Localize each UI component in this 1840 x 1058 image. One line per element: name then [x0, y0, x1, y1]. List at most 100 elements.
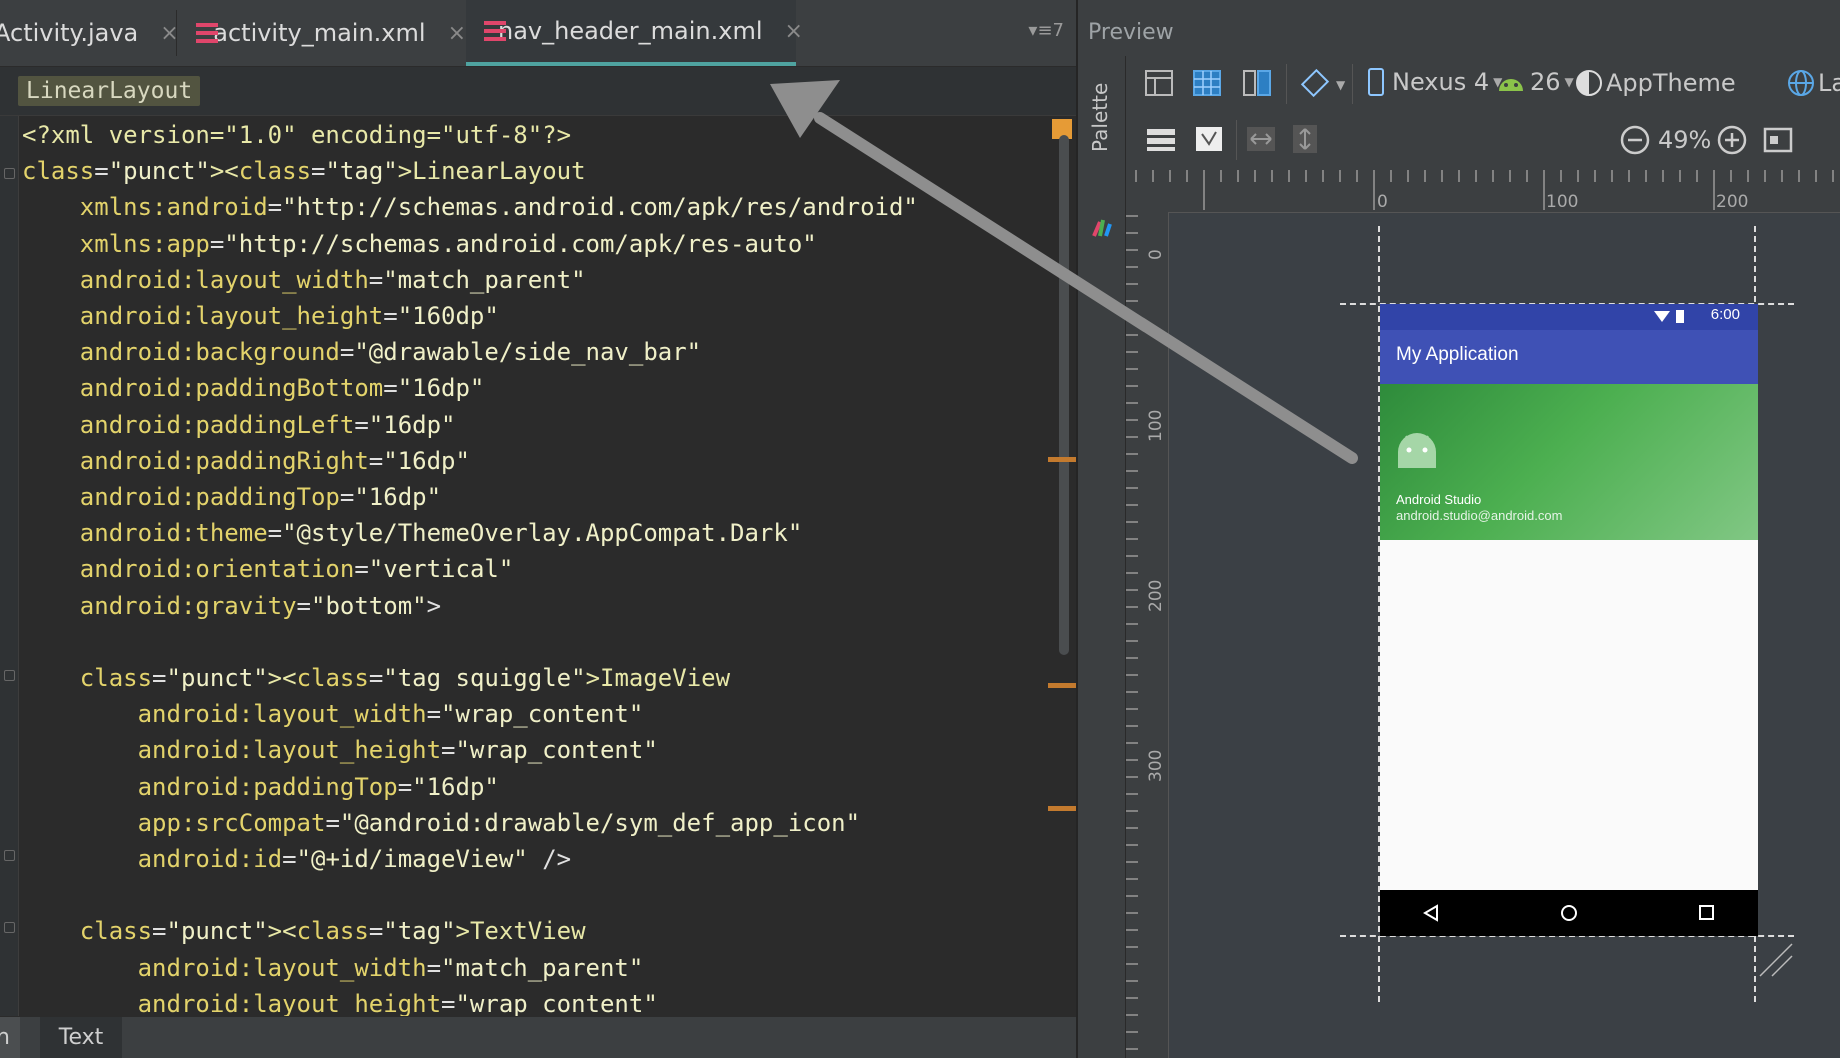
warning-marker[interactable] — [1048, 806, 1076, 811]
device-preview[interactable]: 6:00 My Application Android Studio andro… — [1380, 304, 1758, 936]
code-line[interactable]: android:background="@drawable/side_nav_b… — [22, 334, 701, 370]
ruler-label: 200 — [1716, 192, 1749, 212]
code-line[interactable]: android:layout_width="match_parent" — [22, 950, 644, 986]
nav-user-name: Android Studio — [1396, 492, 1482, 507]
preview-toolbar-secondary: 49% — [1126, 114, 1840, 166]
chevron-down-icon: ▼ — [1564, 75, 1574, 89]
theme-selector[interactable]: AppTheme — [1574, 68, 1736, 98]
code-line[interactable]: android:layout_width="match_parent" — [22, 262, 586, 298]
tab-nav-header-main-xml[interactable]: nav_header_main.xml × — [466, 0, 803, 66]
fold-icon[interactable] — [4, 168, 15, 179]
editor-scrollbar[interactable] — [1059, 135, 1069, 655]
code-line[interactable]: android:theme="@style/ThemeOverlay.AppCo… — [22, 515, 802, 551]
recents-icon[interactable] — [1698, 904, 1716, 922]
layout-validation-icon[interactable] — [1194, 124, 1224, 154]
nav-user-email: android.studio@android.com — [1396, 508, 1563, 523]
android-icon — [1398, 433, 1436, 468]
code-line[interactable]: android:paddingTop="16dp" — [22, 479, 441, 515]
resize-handle-icon[interactable] — [1756, 940, 1796, 980]
preview-title: Preview — [1088, 20, 1174, 45]
tab-label: activity_main.xml — [213, 19, 426, 47]
tab-text[interactable]: Text — [40, 1017, 122, 1058]
theme-name: AppTheme — [1606, 69, 1736, 97]
code-line[interactable]: android:paddingRight="16dp" — [22, 443, 470, 479]
zoom-to-fit-icon[interactable] — [1762, 124, 1794, 156]
fold-icon[interactable] — [4, 850, 15, 861]
editor-gutter — [0, 116, 19, 1016]
theme-icon — [1576, 70, 1602, 96]
api-level-selector[interactable]: 26 ▼ — [1496, 68, 1574, 96]
tab-label: nav_header_main.xml — [498, 17, 763, 45]
horizontal-ruler: 0 100 200 — [1126, 170, 1840, 213]
code-line[interactable]: android:gravity="bottom"> — [22, 588, 441, 624]
show-all-layers-icon[interactable] — [1146, 126, 1176, 154]
chevron-down-icon[interactable]: ▼ — [1336, 78, 1345, 92]
device-name: Nexus 4 — [1392, 68, 1490, 96]
expand-horizontal-icon[interactable] — [1246, 124, 1276, 154]
expand-vertical-icon[interactable] — [1290, 124, 1320, 154]
preview-pane: Preview Palette ▼ Nexus 4 ▼ 26 ▼ AppThem… — [1078, 0, 1840, 1058]
tab-activity-java[interactable]: Activity.java × — [0, 0, 179, 66]
design-canvas[interactable]: 0 100 200 0 100 200 300 6:00 My Applicat… — [1126, 170, 1840, 1058]
code-line[interactable]: android:layout_height="160dp" — [22, 298, 499, 334]
code-line[interactable]: android:paddingTop="16dp" — [22, 769, 499, 805]
close-icon[interactable]: × — [448, 21, 466, 46]
code-area[interactable]: <?xml version="1.0" encoding="utf-8"?> cl… — [22, 117, 1042, 1018]
status-time: 6:00 — [1710, 306, 1740, 323]
fold-icon[interactable] — [4, 922, 15, 933]
api-level: 26 — [1530, 68, 1561, 96]
code-editor[interactable]: Activity.java × activity_main.xml × nav_… — [0, 0, 1076, 1058]
app-bar: My Application — [1380, 330, 1758, 384]
zoom-out-icon[interactable] — [1619, 124, 1651, 156]
ruler-label: 100 — [1546, 192, 1579, 212]
locale-selector[interactable]: La — [1786, 68, 1840, 98]
design-and-blueprint-icon[interactable] — [1242, 68, 1272, 98]
code-line[interactable]: class="punct"><class="tag">TextView — [22, 913, 586, 949]
wifi-battery-icon — [1654, 310, 1684, 323]
code-line[interactable]: android:layout_width="wrap_content" — [22, 696, 644, 732]
tab-activity-main-xml[interactable]: activity_main.xml × — [196, 0, 466, 66]
breadcrumb-bar: LinearLayout — [0, 67, 1076, 116]
code-line[interactable]: xmlns:android="http://schemas.android.co… — [22, 189, 918, 225]
nav-header[interactable]: Android Studio android.studio@android.co… — [1380, 384, 1758, 540]
ruler-label: 0 — [1146, 249, 1166, 260]
tab-overflow-menu[interactable]: ▾≡7 — [1028, 20, 1064, 41]
zoom-level: 49% — [1658, 126, 1712, 154]
status-bar: 6:00 — [1380, 304, 1758, 330]
orientation-icon[interactable] — [1300, 68, 1330, 98]
palette-strip: Palette — [1078, 56, 1126, 1058]
code-line[interactable]: android:paddingBottom="16dp" — [22, 370, 485, 406]
code-line[interactable]: app:srcCompat="@android:drawable/sym_def… — [22, 805, 860, 841]
tab-overflow-count: 7 — [1052, 20, 1064, 41]
warning-marker[interactable] — [1048, 683, 1076, 688]
android-icon — [1499, 79, 1523, 91]
back-icon[interactable] — [1422, 904, 1440, 922]
code-line[interactable]: android:paddingLeft="16dp" — [22, 407, 456, 443]
zoom-in-icon[interactable] — [1716, 124, 1748, 156]
code-line[interactable]: class="punct"><class="tag squiggle">Imag… — [22, 660, 730, 696]
editor-tab-bar: Activity.java × activity_main.xml × nav_… — [0, 0, 1076, 67]
phone-icon — [1368, 68, 1384, 96]
vertical-ruler: 0 100 200 300 — [1126, 212, 1169, 1058]
design-surface-icon[interactable] — [1144, 68, 1174, 98]
tab-label: Activity.java — [0, 19, 139, 47]
tab-design[interactable]: n — [0, 1017, 20, 1058]
home-icon[interactable] — [1560, 904, 1578, 922]
device-selector[interactable]: Nexus 4 ▼ — [1366, 68, 1502, 96]
blueprint-icon[interactable] — [1192, 68, 1222, 98]
ruler-label: 0 — [1377, 192, 1388, 212]
fold-icon[interactable] — [4, 670, 15, 681]
palette-toggle[interactable]: Palette — [1088, 83, 1112, 152]
device-content — [1380, 540, 1758, 890]
code-line[interactable]: xmlns:app="http://schemas.android.com/ap… — [22, 226, 817, 262]
warning-marker[interactable] — [1048, 457, 1076, 462]
breadcrumb[interactable]: LinearLayout — [18, 76, 201, 106]
ruler-label: 200 — [1146, 579, 1166, 612]
close-icon[interactable]: × — [785, 19, 803, 44]
code-line[interactable]: android:id="@+id/imageView" /> — [22, 841, 572, 877]
code-line[interactable]: <?xml version="1.0" encoding="utf-8"?> — [22, 117, 571, 153]
locale-name: La — [1818, 69, 1840, 97]
code-line[interactable]: class="punct"><class="tag">LinearLayout — [22, 153, 586, 189]
code-line[interactable]: android:layout_height="wrap_content" — [22, 732, 658, 768]
code-line[interactable]: android:orientation="vertical" — [22, 551, 514, 587]
